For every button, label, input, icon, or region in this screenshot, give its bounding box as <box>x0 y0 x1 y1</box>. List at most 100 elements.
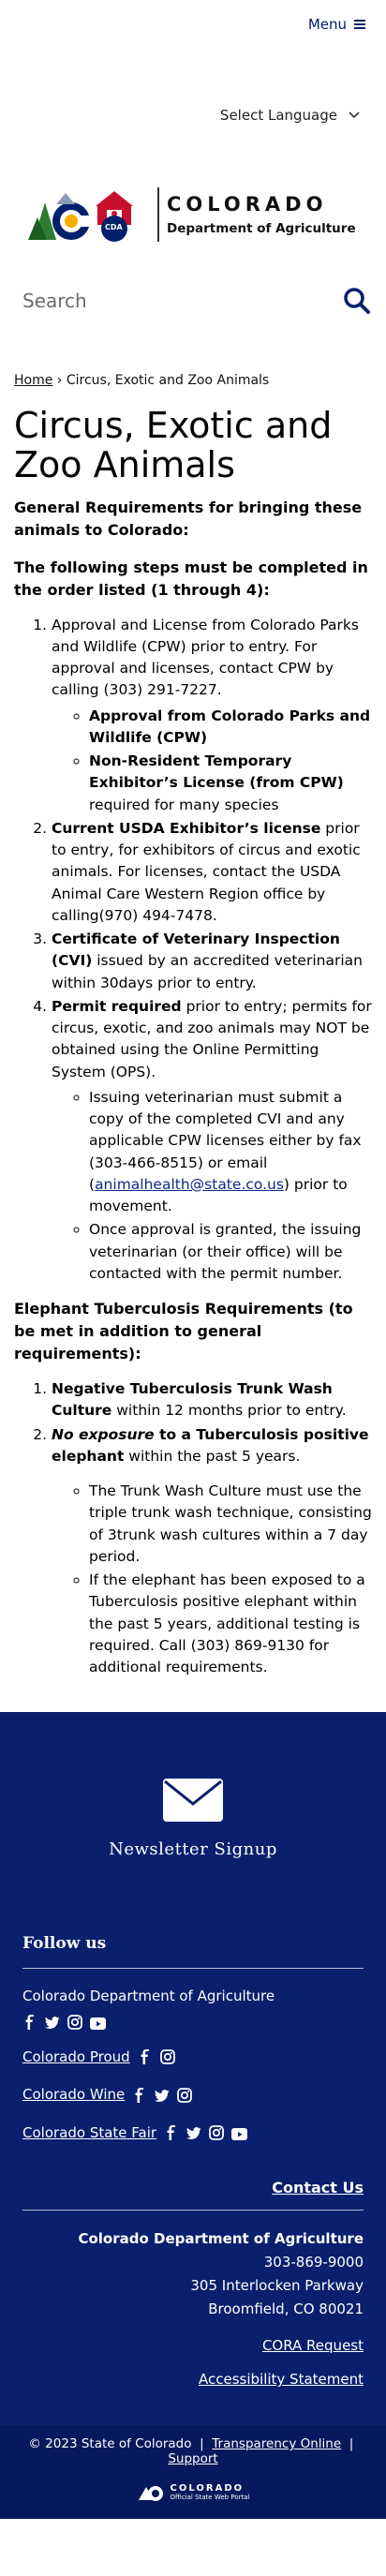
logo-text: COLORADO Department of Agriculture <box>167 193 356 236</box>
youtube-icon[interactable] <box>90 2015 106 2030</box>
support-link[interactable]: Support <box>168 2451 217 2466</box>
social-org-link[interactable]: Colorado Wine <box>22 2084 125 2106</box>
twitter-icon[interactable] <box>186 2125 201 2140</box>
menu-label: Menu <box>307 16 347 33</box>
envelope-icon <box>163 1779 223 1823</box>
logo-name: COLORADO <box>167 193 328 216</box>
step-bold: Approval from Colorado Parks and Wildlif… <box>89 707 371 746</box>
step-text: Once approval is granted, the issuing ve… <box>89 1221 362 1282</box>
list-item: The Trunk Wash Culture must use the trip… <box>89 1481 372 1568</box>
general-steps-list: Approval and License from Colorado Parks… <box>14 615 372 1286</box>
transparency-link[interactable]: Transparency Online <box>212 2436 341 2451</box>
list-item: Approval from Colorado Parks and Wildlif… <box>89 706 372 750</box>
logo-divider <box>157 187 159 242</box>
footer-bottom-bar: © 2023 State of Colorado | Transparency … <box>0 2425 386 2520</box>
step-text: within the past 5 years. <box>124 1447 301 1465</box>
menu-button[interactable]: Menu <box>308 16 365 33</box>
social-icons <box>132 2087 193 2103</box>
list-item: Negative Tuberculosis Trunk Wash Culture… <box>52 1378 372 1422</box>
search-icon[interactable] <box>343 287 371 315</box>
list-item: Certificate of Veterinary Inspection (CV… <box>52 929 372 994</box>
facebook-icon[interactable] <box>132 2087 147 2103</box>
social-org-link[interactable]: Colorado Proud <box>22 2047 130 2068</box>
social-row: Colorado Proud <box>22 2047 364 2068</box>
hamburger-icon <box>354 20 365 29</box>
divider <box>22 1968 364 1970</box>
elephant-section-title: Elephant Tuberculosis Requirements (to b… <box>14 1300 353 1363</box>
org-name: Colorado Department of Agriculture <box>78 2230 364 2248</box>
sub-list: Issuing veterinarian must submit a copy … <box>52 1087 372 1285</box>
steps-title: The following steps must be completed in… <box>14 558 368 599</box>
state-portal-logo[interactable]: COLORADO Official State Web Portal <box>13 2481 373 2502</box>
divider <box>22 2210 364 2211</box>
instagram-icon[interactable] <box>67 2014 82 2030</box>
accessibility-link[interactable]: Accessibility Statement <box>22 2371 364 2388</box>
list-item: Issuing veterinarian must submit a copy … <box>89 1087 372 1218</box>
sub-list: Approval from Colorado Parks and Wildlif… <box>52 706 372 816</box>
cda-logo-mark: CDA <box>24 186 156 244</box>
cora-request-link[interactable]: CORA Request <box>22 2337 364 2354</box>
search-input[interactable] <box>22 290 304 312</box>
site-footer: Newsletter Signup Follow us Colorado Dep… <box>0 1712 386 2520</box>
newsletter-signup[interactable]: Newsletter Signup <box>22 1712 364 1934</box>
instagram-icon[interactable] <box>177 2087 193 2103</box>
cda-badge-text: CDA <box>105 223 123 231</box>
facebook-icon[interactable] <box>22 2014 37 2030</box>
breadcrumb-home-link[interactable]: Home <box>14 373 52 388</box>
step-bold: Permit required <box>52 997 182 1015</box>
logo-graphic <box>28 191 133 242</box>
portal-name: COLORADO <box>170 2482 245 2494</box>
main-content: Home › Circus, Exotic and Zoo Animals Ci… <box>0 373 386 1678</box>
list-item: Permit required prior to entry; permits … <box>52 996 372 1285</box>
language-bar: Select Language <box>0 49 386 154</box>
social-icons <box>138 2049 175 2065</box>
chevron-down-icon <box>349 112 360 119</box>
twitter-icon[interactable] <box>155 2088 170 2103</box>
follow-us-title: Follow us <box>22 1934 107 1954</box>
elephant-steps-list: Negative Tuberculosis Trunk Wash Culture… <box>14 1378 372 1678</box>
list-item: Non-Resident Temporary Exhibitor’s Licen… <box>89 751 372 816</box>
site-logo[interactable]: CDA COLORADO Department of Agriculture <box>0 154 386 264</box>
email-link[interactable]: animalhealth@state.co.us <box>95 1176 284 1193</box>
social-org-link[interactable]: Colorado Department of Agriculture <box>22 1986 275 2007</box>
address-block: Colorado Department of Agriculture 303-8… <box>22 2227 364 2320</box>
breadcrumb-current: Circus, Exotic and Zoo Animals <box>66 373 270 388</box>
facebook-icon[interactable] <box>138 2049 153 2065</box>
org-city: Broomfield, CO 80021 <box>208 2300 364 2317</box>
search-bar <box>0 264 386 337</box>
social-icons <box>22 2014 106 2030</box>
copyright: © 2023 State of Colorado <box>28 2436 192 2452</box>
list-item: No exposure to a Tuberculosis positive e… <box>52 1424 372 1679</box>
step-text: required for many species <box>89 796 279 813</box>
instagram-icon[interactable] <box>209 2125 224 2140</box>
twitter-icon[interactable] <box>45 2015 60 2030</box>
page-title: Circus, Exotic and Zoo Animals <box>14 405 333 485</box>
social-icons <box>164 2125 248 2141</box>
instagram-icon[interactable] <box>159 2049 175 2064</box>
portal-subtitle: Official State Web Portal <box>170 2493 250 2501</box>
youtube-icon[interactable] <box>231 2125 248 2141</box>
org-phone[interactable]: 303-869-9000 <box>22 2251 364 2274</box>
step-text: within 12 months prior to entry. <box>111 1402 347 1420</box>
newsletter-label: Newsletter Signup <box>109 1839 277 1860</box>
social-row: Colorado State Fair <box>22 2122 364 2144</box>
sub-list: The Trunk Wash Culture must use the trip… <box>52 1481 372 1678</box>
breadcrumb-separator: › <box>56 373 63 388</box>
social-org-link[interactable]: Colorado State Fair <box>22 2122 156 2144</box>
breadcrumb: Home › Circus, Exotic and Zoo Animals <box>14 373 372 388</box>
social-links: Colorado Department of Agriculture Colora… <box>22 1986 364 2143</box>
social-row: Colorado Wine <box>22 2084 364 2106</box>
step-bold-italic: No exposure <box>52 1425 155 1443</box>
facebook-icon[interactable] <box>164 2125 179 2141</box>
list-item: Current USDA Exhibitor’s license prior t… <box>52 818 372 927</box>
list-item: Once approval is granted, the issuing ve… <box>89 1219 372 1285</box>
colorado-c-icon <box>138 2486 163 2502</box>
step-text: issued by an accredited veterinarian wit… <box>52 952 363 991</box>
org-street: 305 Interlocken Parkway <box>190 2276 364 2294</box>
logo-department: Department of Agriculture <box>167 221 356 236</box>
social-row: Colorado Department of Agriculture <box>22 1986 364 2030</box>
contact-us-link[interactable]: Contact Us <box>22 2179 364 2196</box>
language-select[interactable]: Select Language <box>220 107 360 124</box>
language-label: Select Language <box>219 107 337 124</box>
step-bold: Non-Resident Temporary Exhibitor’s Licen… <box>89 752 344 792</box>
